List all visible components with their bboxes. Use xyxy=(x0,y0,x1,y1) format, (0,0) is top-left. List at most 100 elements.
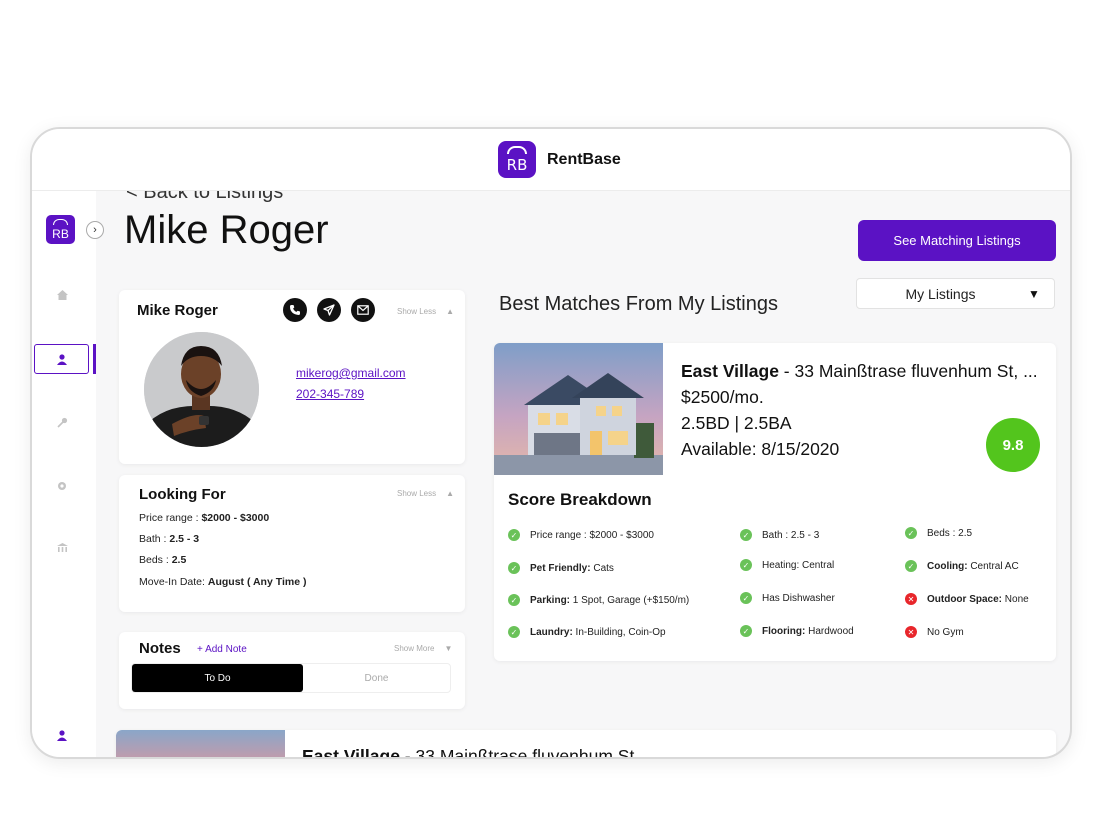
listings-filter-dropdown[interactable]: My Listings ▼ xyxy=(856,278,1055,309)
sidebar-logo-icon[interactable]: RB xyxy=(46,215,75,244)
listing-card[interactable]: East Village - 33 Mainßtrase fluvenhum S… xyxy=(116,730,1056,759)
chevron-up-icon: ▲ xyxy=(446,489,455,498)
contact-phone-link[interactable]: 202-345-789 xyxy=(296,387,364,401)
feature-label: Pet Friendly: xyxy=(530,562,591,574)
add-note-button[interactable]: + Add Note xyxy=(197,644,247,655)
person-icon xyxy=(56,353,67,365)
brand[interactable]: RB RentBase xyxy=(498,141,621,178)
best-matches-title: Best Matches From My Listings xyxy=(499,293,778,315)
check-icon: ✓ xyxy=(508,562,520,574)
looking-for-show-less-toggle[interactable]: Show Less ▲ xyxy=(397,489,454,498)
feature-label: Laundry: xyxy=(530,626,573,638)
row-label: Bath : xyxy=(139,533,170,545)
check-icon: ✓ xyxy=(740,529,752,541)
row-value: 2.5 xyxy=(171,554,187,566)
feature-label: Outdoor Space: xyxy=(927,593,1003,605)
feature-value: In-Building, Coin-Op xyxy=(572,626,666,638)
feature-label: Parking: xyxy=(530,594,571,606)
profile-icon xyxy=(57,729,67,741)
sidebar-item-person[interactable] xyxy=(34,344,89,374)
check-icon: ✓ xyxy=(740,559,752,571)
house-image xyxy=(494,343,663,475)
contact-card: Mike Roger Show Less ▲ mikerog@gmail.com… xyxy=(119,290,465,464)
house-image xyxy=(116,730,285,757)
check-icon: ✓ xyxy=(508,626,520,638)
sidebar-item-key[interactable] xyxy=(50,410,74,434)
feature-heating: ✓ Heating: Central xyxy=(740,559,834,571)
caret-down-icon: ▼ xyxy=(1028,286,1040,301)
feature-price-range: ✓ Price range : $2000 - $3000 xyxy=(508,529,654,541)
listing-rooms: 2.5BD | 2.5BA xyxy=(681,413,792,433)
feature-beds: ✓ Beds : 2.5 xyxy=(905,527,972,539)
sidebar-item-building[interactable] xyxy=(50,536,74,560)
logo-text: RB xyxy=(506,156,528,174)
check-icon: ✓ xyxy=(508,594,520,606)
mail-icon[interactable] xyxy=(351,298,375,322)
listing-available: Available: 8/15/2020 xyxy=(681,439,840,459)
feature-parking: ✓ Parking: 1 Spot, Garage (+$150/m) xyxy=(508,594,689,606)
check-icon: ✓ xyxy=(905,527,917,539)
feature-laundry: ✓ Laundry: In-Building, Coin-Op xyxy=(508,626,666,638)
feature-outdoor-space: ✕ Outdoor Space: None xyxy=(905,593,1029,605)
x-icon: ✕ xyxy=(905,626,917,638)
looking-for-card: Looking For Show Less ▲ Price range : $2… xyxy=(119,475,465,612)
listing-title: East Village - 33 Mainßtrase fluvenhum S… xyxy=(302,746,635,759)
sidebar-toggle-button[interactable]: › xyxy=(86,221,104,239)
row-label: Move-In Date: xyxy=(139,576,208,588)
listing-neighborhood: East Village xyxy=(302,746,400,759)
phone-icon[interactable] xyxy=(283,298,307,322)
notes-card: Notes + Add Note Show More ▼ To Do Done xyxy=(119,632,465,709)
listing-address: - 33 Mainßtrase fluvenhum St, ... xyxy=(778,361,1038,381)
sidebar-item-home[interactable] xyxy=(50,283,74,307)
tab-to-do[interactable]: To Do xyxy=(132,664,303,692)
feature-dishwasher: ✓ Has Dishwasher xyxy=(740,592,835,604)
feature-cooling: ✓ Cooling: Central AC xyxy=(905,560,1019,572)
toggle-label: Show Less xyxy=(397,489,437,498)
feature-value: 1 Spot, Garage (+$150/m) xyxy=(570,594,690,606)
rentbase-logo-icon: RB xyxy=(498,141,536,178)
feature-value: Heating: Central xyxy=(762,559,835,571)
score-breakdown-title: Score Breakdown xyxy=(508,490,652,509)
listing-price: $2500/mo. xyxy=(681,387,764,407)
tab-done[interactable]: Done xyxy=(303,664,450,692)
looking-for-title: Looking For xyxy=(139,486,226,503)
x-icon: ✕ xyxy=(905,593,917,605)
see-matching-listings-button[interactable]: See Matching Listings xyxy=(858,220,1056,261)
feature-pet-friendly: ✓ Pet Friendly: Cats xyxy=(508,562,614,574)
price-range-row: Price range : $2000 - $3000 xyxy=(139,512,269,524)
listing-card[interactable]: East Village - 33 Mainßtrase fluvenhum S… xyxy=(494,343,1056,661)
beds-row: Beds : 2.5 xyxy=(139,554,186,566)
match-score-badge: 9.8 xyxy=(986,418,1040,472)
sidebar-item-profile[interactable] xyxy=(50,723,74,747)
settings-icon xyxy=(58,482,66,490)
listing-address: - 33 Mainßtrase fluvenhum St xyxy=(399,746,635,759)
sidebar-item-settings[interactable] xyxy=(50,474,74,498)
contact-email-link[interactable]: mikerog@gmail.com xyxy=(296,366,406,380)
app-window: RB RentBase RB › < Back to Listings Mike… xyxy=(30,127,1072,759)
notes-title: Notes xyxy=(139,640,181,657)
feature-value: No Gym xyxy=(927,626,964,638)
check-icon: ✓ xyxy=(740,625,752,637)
feature-flooring: ✓ Flooring: Hardwood xyxy=(740,625,854,637)
row-value: 2.5 - 3 xyxy=(169,533,200,545)
feature-gym: ✕ No Gym xyxy=(905,626,964,638)
top-bar: RB RentBase xyxy=(32,129,1070,191)
chevron-up-icon: ▲ xyxy=(446,307,455,316)
feature-value: Cats xyxy=(590,562,614,574)
check-icon: ✓ xyxy=(905,560,917,572)
page-title: Mike Roger xyxy=(124,208,329,252)
sidebar: RB › xyxy=(32,191,104,757)
main-content: < Back to Listings Mike Roger See Matchi… xyxy=(96,181,1070,759)
row-label: Price range : xyxy=(139,512,202,524)
listing-title: East Village - 33 Mainßtrase fluvenhum S… xyxy=(681,361,1038,382)
feature-value: Has Dishwasher xyxy=(762,592,835,604)
contact-show-less-toggle[interactable]: Show Less ▲ xyxy=(397,307,454,316)
send-icon[interactable] xyxy=(317,298,341,322)
contact-actions xyxy=(283,298,375,322)
sidebar-logo-text: RB xyxy=(52,227,69,241)
toggle-label: Show More xyxy=(394,644,435,653)
listing-neighborhood: East Village xyxy=(681,361,779,381)
building-icon xyxy=(56,543,68,552)
notes-show-more-toggle[interactable]: Show More ▼ xyxy=(394,644,452,653)
app-name: RentBase xyxy=(547,150,621,168)
